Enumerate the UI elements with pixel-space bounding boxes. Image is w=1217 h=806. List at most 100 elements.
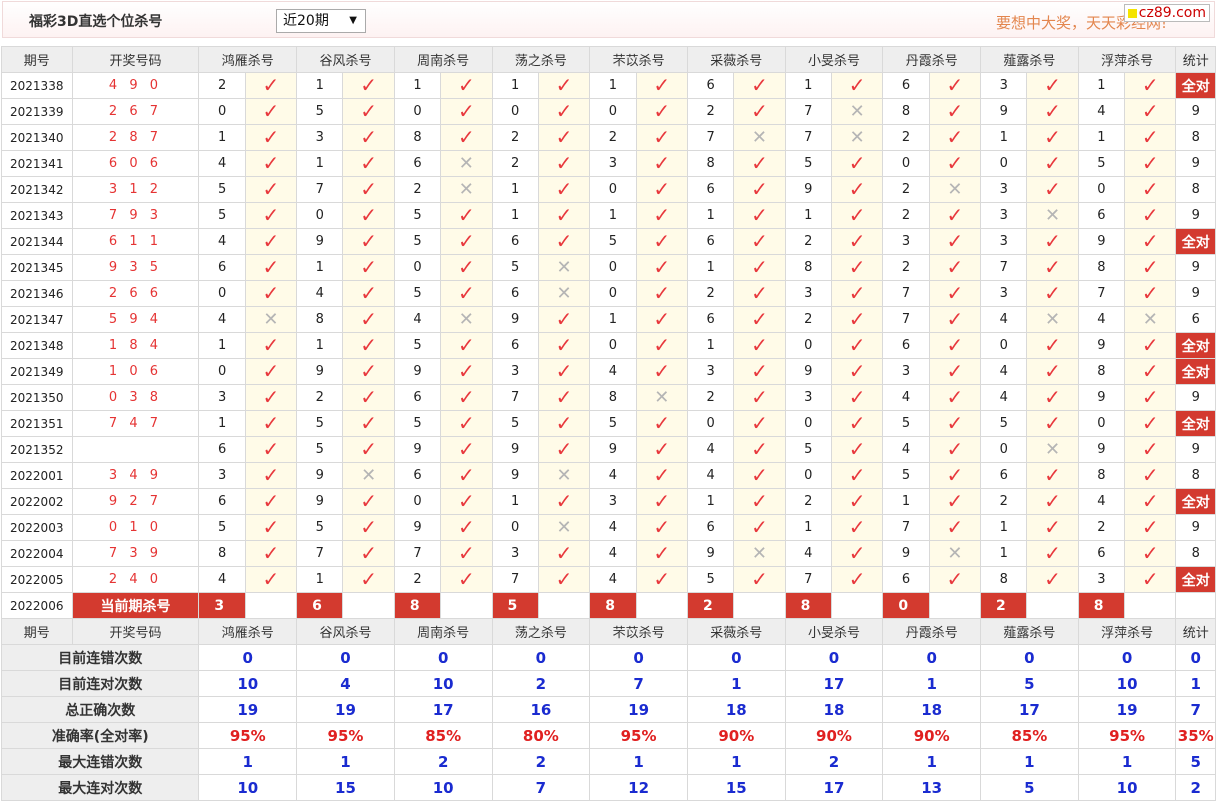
kill-number-cell: 4 xyxy=(1077,98,1126,125)
hit-count-cell: 9 xyxy=(1175,202,1216,229)
kill-number-cell: 6 xyxy=(491,332,539,359)
kill-number-cell: 3 xyxy=(686,358,735,385)
stat-value: 10 xyxy=(198,670,298,697)
result-cell: ✓ xyxy=(733,280,786,307)
kill-number-cell: 9 xyxy=(980,98,1028,125)
check-icon: ✓ xyxy=(848,411,866,435)
kill-number-cell: 2 xyxy=(980,488,1028,515)
stat-value: 95% xyxy=(296,722,395,749)
cross-icon: ✕ xyxy=(1142,308,1158,330)
result-cell: ✓ xyxy=(1026,410,1079,437)
kill-number-cell: 4 xyxy=(980,384,1028,411)
stat-value: 0 xyxy=(784,644,884,671)
result-cell: ✕ xyxy=(244,306,298,333)
kill-number-cell: 6 xyxy=(686,514,735,541)
stat-value: 90% xyxy=(686,722,786,749)
result-cell: ✕ xyxy=(342,462,395,489)
kill-number-cell: 0 xyxy=(784,462,832,489)
kill-number-cell: 6 xyxy=(686,176,735,203)
stat-row: 目前连对次数 10 4 10 2 7 1 17 1 5 10 1 xyxy=(0,670,1216,697)
check-icon: ✓ xyxy=(653,541,671,565)
result-cell: ✓ xyxy=(342,124,395,151)
kill-number-cell: 0 xyxy=(882,150,930,177)
kill-number-cell: 0 xyxy=(589,280,637,307)
kill-number-cell: 0 xyxy=(393,98,442,125)
kill-number-cell: 2 xyxy=(686,280,735,307)
result-cell: ✕ xyxy=(733,540,786,567)
empty-cell xyxy=(244,592,298,619)
empty-cell xyxy=(440,592,493,619)
current-kill-number: 8 xyxy=(1077,592,1126,619)
kill-number-cell: 8 xyxy=(784,254,832,281)
table-header-row: 期号 开奖号码 鸿雁杀号 谷风杀号 周南杀号 荡之杀号 芣苡杀号 采薇杀号 小旻杀号 丹霞杀号 薤露… xyxy=(1,618,1216,645)
kill-number-cell: 4 xyxy=(686,436,735,463)
result-cell: ✓ xyxy=(440,228,493,255)
cross-icon: ✕ xyxy=(654,386,670,408)
kill-number-cell: 7 xyxy=(882,306,930,333)
kill-number-cell: 1 xyxy=(980,514,1028,541)
draw-numbers-cell: 2 4 0 xyxy=(71,566,200,593)
stat-value: 15 xyxy=(686,774,786,801)
check-icon: ✓ xyxy=(457,489,475,513)
kill-number-cell: 1 xyxy=(198,410,246,437)
column-header: 丹霞杀号 xyxy=(882,46,982,73)
kill-number-cell: 2 xyxy=(882,202,930,229)
result-cell: ✕ xyxy=(830,98,884,125)
result-cell: ✕ xyxy=(1026,306,1079,333)
cross-icon: ✕ xyxy=(1045,308,1061,330)
kill-number-cell: 1 xyxy=(980,540,1028,567)
check-icon: ✓ xyxy=(1141,255,1159,279)
kill-number-cell: 1 xyxy=(686,254,735,281)
kill-number-cell: 0 xyxy=(491,514,539,541)
kill-number-cell: 1 xyxy=(784,202,832,229)
kill-number-cell: 5 xyxy=(198,202,246,229)
stat-value: 2 xyxy=(491,748,591,775)
check-icon: ✓ xyxy=(360,99,378,123)
column-header: 荡之杀号 xyxy=(491,618,591,645)
check-icon: ✓ xyxy=(946,411,964,435)
column-header: 浮萍杀号 xyxy=(1077,46,1177,73)
check-icon: ✓ xyxy=(751,489,768,513)
column-header: 期号 xyxy=(1,46,73,73)
check-icon: ✓ xyxy=(555,567,573,591)
current-kill-number: 8 xyxy=(393,592,442,619)
check-icon: ✓ xyxy=(848,359,866,383)
column-header: 期号 xyxy=(1,618,73,645)
result-cell: ✓ xyxy=(928,98,982,125)
result-cell: ✓ xyxy=(830,566,884,593)
draw-numbers-cell: 2 6 6 xyxy=(71,280,200,307)
result-cell: ✓ xyxy=(537,72,591,99)
check-icon: ✓ xyxy=(555,541,573,565)
cross-icon: ✕ xyxy=(556,282,572,304)
stat-value: 1 xyxy=(980,748,1079,775)
period-cell: 2021339 xyxy=(1,98,73,125)
range-select[interactable]: 近20期 ▼ xyxy=(276,9,366,33)
check-icon: ✓ xyxy=(848,203,866,227)
stat-value: 1 xyxy=(1077,748,1177,775)
current-kill-number: 0 xyxy=(882,592,930,619)
check-icon: ✓ xyxy=(262,333,280,357)
kill-number-cell: 0 xyxy=(198,280,246,307)
result-cell: ✓ xyxy=(244,566,298,593)
period-cell: 2021340 xyxy=(1,124,73,151)
check-icon: ✓ xyxy=(262,567,280,591)
kill-number-cell: 5 xyxy=(393,410,442,437)
kill-number-cell: 3 xyxy=(882,358,930,385)
check-icon: ✓ xyxy=(751,437,768,461)
kill-number-cell: 0 xyxy=(784,332,832,359)
draw-numbers-cell: 9 2 7 xyxy=(71,488,200,515)
result-cell: ✓ xyxy=(342,332,395,359)
kill-number-cell: 0 xyxy=(1077,176,1126,203)
kill-number-cell: 5 xyxy=(296,98,344,125)
kill-number-cell: 8 xyxy=(686,150,735,177)
column-header: 小旻杀号 xyxy=(784,46,884,73)
table-row: 2021340 2 8 7 1 ✓ 3 ✓ 8 ✓ 2 ✓ 2 ✓ 7 ✕ 7 ✕ 2 ✓ 1 ✓ 1 ✓ 8 xyxy=(1,124,1216,151)
site-badge[interactable]: cz89.com xyxy=(1123,4,1210,22)
stat-value: 1 xyxy=(1175,670,1216,697)
kill-number-cell: 6 xyxy=(198,488,246,515)
kill-number-cell: 3 xyxy=(980,228,1028,255)
result-cell: ✓ xyxy=(342,514,395,541)
check-icon: ✓ xyxy=(457,281,475,305)
kill-number-cell: 4 xyxy=(589,462,637,489)
kill-number-cell: 1 xyxy=(1077,124,1126,151)
